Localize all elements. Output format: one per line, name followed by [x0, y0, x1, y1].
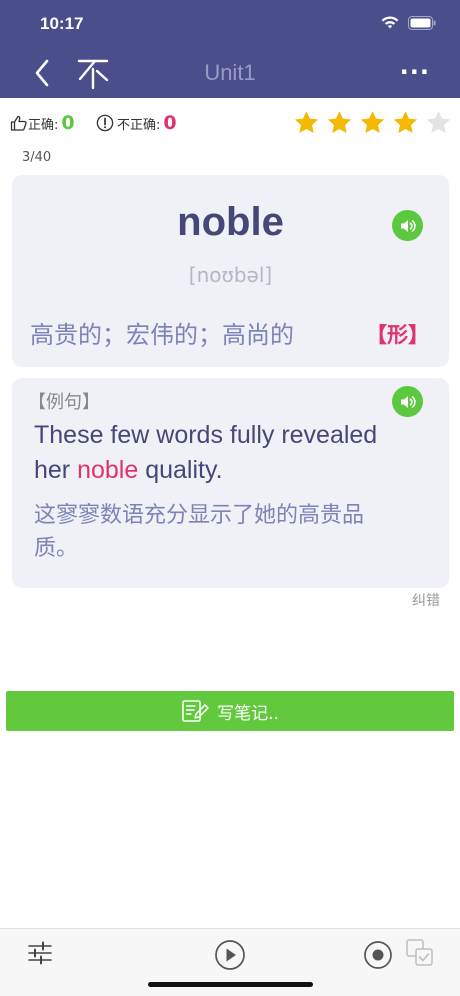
play-button[interactable]: [214, 939, 246, 975]
settings-button[interactable]: [26, 939, 54, 971]
correct-label: 正确:: [28, 117, 59, 133]
sliders-icon: [28, 941, 52, 965]
wrong-count: 不正确: 0: [96, 112, 177, 134]
example-label: 【例句】: [28, 392, 100, 413]
example-sentence-zh: 这寥寥数语充分显示了她的高贵品质。: [34, 503, 365, 561]
status-icons: [380, 15, 436, 30]
note-edit-icon: [182, 700, 209, 722]
wrong-label: 不正确:: [117, 117, 161, 133]
example-en-highlight: noble: [77, 456, 139, 484]
correct-value: 0: [61, 112, 75, 134]
example-sentence-en: These few words fully revealed her noble…: [34, 418, 414, 488]
compare-button[interactable]: [405, 938, 435, 972]
star-icon: [426, 111, 451, 134]
example-en-after: quality.: [138, 456, 223, 484]
status-time: 10:17: [40, 14, 84, 33]
star-icon: [360, 111, 385, 134]
alert-circle-icon: [96, 114, 114, 132]
page-title: Unit1: [204, 60, 256, 85]
write-note-button[interactable]: 写笔记..: [6, 691, 454, 731]
word-pronounce-button[interactable]: [392, 210, 423, 241]
meaning-text: 高贵的；宏伟的；高尚的: [30, 321, 294, 349]
wrong-value: 0: [163, 112, 177, 134]
compare-check-icon: [406, 939, 433, 966]
top-bar: 10:17 Unit1 ···: [0, 0, 460, 98]
speaker-icon: [400, 219, 416, 232]
example-pronounce-button[interactable]: [392, 386, 423, 417]
star-rating: [293, 110, 452, 136]
phonetic-text: [noʊbəl]: [188, 263, 273, 287]
thumbs-up-icon: [10, 115, 27, 131]
record-button[interactable]: [363, 940, 393, 974]
speaker-icon: [400, 395, 416, 408]
battery-icon: [408, 15, 436, 30]
more-options-button[interactable]: ···: [400, 60, 430, 84]
record-circle-icon: [364, 941, 392, 969]
play-circle-icon: [215, 940, 245, 970]
word-text: noble: [177, 200, 284, 244]
score-bar: 正确: 0 不正确: 0: [0, 98, 460, 148]
star-icon: [327, 111, 352, 134]
progress-counter: 3/40: [22, 150, 52, 165]
example-card: 【例句】 These few words fully revealed her …: [12, 378, 449, 588]
part-of-speech: 【形】: [366, 323, 429, 347]
wifi-icon: [381, 16, 399, 29]
report-error-link[interactable]: 纠错: [412, 590, 440, 610]
word-card: noble [noʊbəl] 高贵的；宏伟的；高尚的 【形】: [12, 175, 449, 367]
write-note-label: 写笔记..: [217, 703, 279, 724]
home-indicator: [148, 982, 313, 987]
correct-count: 正确: 0: [10, 112, 75, 134]
star-icon: [294, 111, 319, 134]
star-icon: [393, 111, 418, 134]
